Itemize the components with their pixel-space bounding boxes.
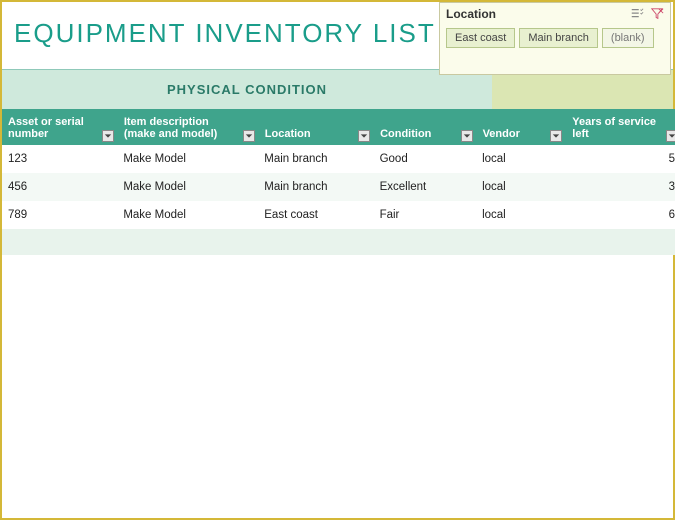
cell-years: 6	[566, 201, 675, 229]
empty-area	[2, 255, 673, 465]
clear-filter-icon[interactable]	[650, 7, 664, 21]
section-bands: PHYSICAL CONDITION	[2, 69, 673, 109]
slicer-item-blank[interactable]: (blank)	[602, 28, 654, 48]
cell-condition: Good	[374, 145, 477, 173]
cell-desc: Make Model	[117, 145, 258, 173]
cell-vendor: local	[476, 201, 566, 229]
cell-location: Main branch	[258, 145, 373, 173]
filter-icon[interactable]	[666, 130, 675, 142]
cell-condition: Fair	[374, 201, 477, 229]
col-years[interactable]: Years of service left	[566, 109, 675, 145]
col-asset[interactable]: Asset or serial number	[2, 109, 117, 145]
table-row[interactable]: 789 Make Model East coast Fair local 6 $…	[2, 201, 675, 229]
col-condition[interactable]: Condition	[374, 109, 477, 145]
slicer-item-main-branch[interactable]: Main branch	[519, 28, 598, 48]
table-row[interactable]: 123 Make Model Main branch Good local 5 …	[2, 145, 675, 173]
filter-icon[interactable]	[550, 130, 562, 142]
table-row[interactable]: 456 Make Model Main branch Excellent loc…	[2, 173, 675, 201]
inventory-table: Asset or serial number Item description …	[2, 109, 675, 255]
cell-desc: Make Model	[117, 173, 258, 201]
table-total-row	[2, 229, 675, 255]
cell-asset: 789	[2, 201, 117, 229]
table-header-row: Asset or serial number Item description …	[2, 109, 675, 145]
slicer-header: Location	[446, 7, 664, 24]
section-physical-condition: PHYSICAL CONDITION	[2, 70, 492, 109]
cell-vendor: local	[476, 145, 566, 173]
location-slicer[interactable]: Location East coast Main branch (blank)	[439, 2, 671, 75]
cell-condition: Excellent	[374, 173, 477, 201]
filter-icon[interactable]	[461, 130, 473, 142]
filter-icon[interactable]	[243, 130, 255, 142]
cell-asset: 456	[2, 173, 117, 201]
slicer-title: Location	[446, 7, 496, 21]
cell-location: East coast	[258, 201, 373, 229]
col-location[interactable]: Location	[258, 109, 373, 145]
col-description[interactable]: Item description (make and model)	[117, 109, 258, 145]
cell-desc: Make Model	[117, 201, 258, 229]
section-financial	[492, 70, 673, 109]
cell-vendor: local	[476, 173, 566, 201]
slicer-items: East coast Main branch (blank)	[446, 28, 664, 48]
cell-location: Main branch	[258, 173, 373, 201]
cell-years: 3	[566, 173, 675, 201]
multiselect-icon[interactable]	[630, 7, 644, 21]
slicer-item-east-coast[interactable]: East coast	[446, 28, 515, 48]
cell-years: 5	[566, 145, 675, 173]
cell-asset: 123	[2, 145, 117, 173]
filter-icon[interactable]	[102, 130, 114, 142]
filter-icon[interactable]	[358, 130, 370, 142]
col-vendor[interactable]: Vendor	[476, 109, 566, 145]
